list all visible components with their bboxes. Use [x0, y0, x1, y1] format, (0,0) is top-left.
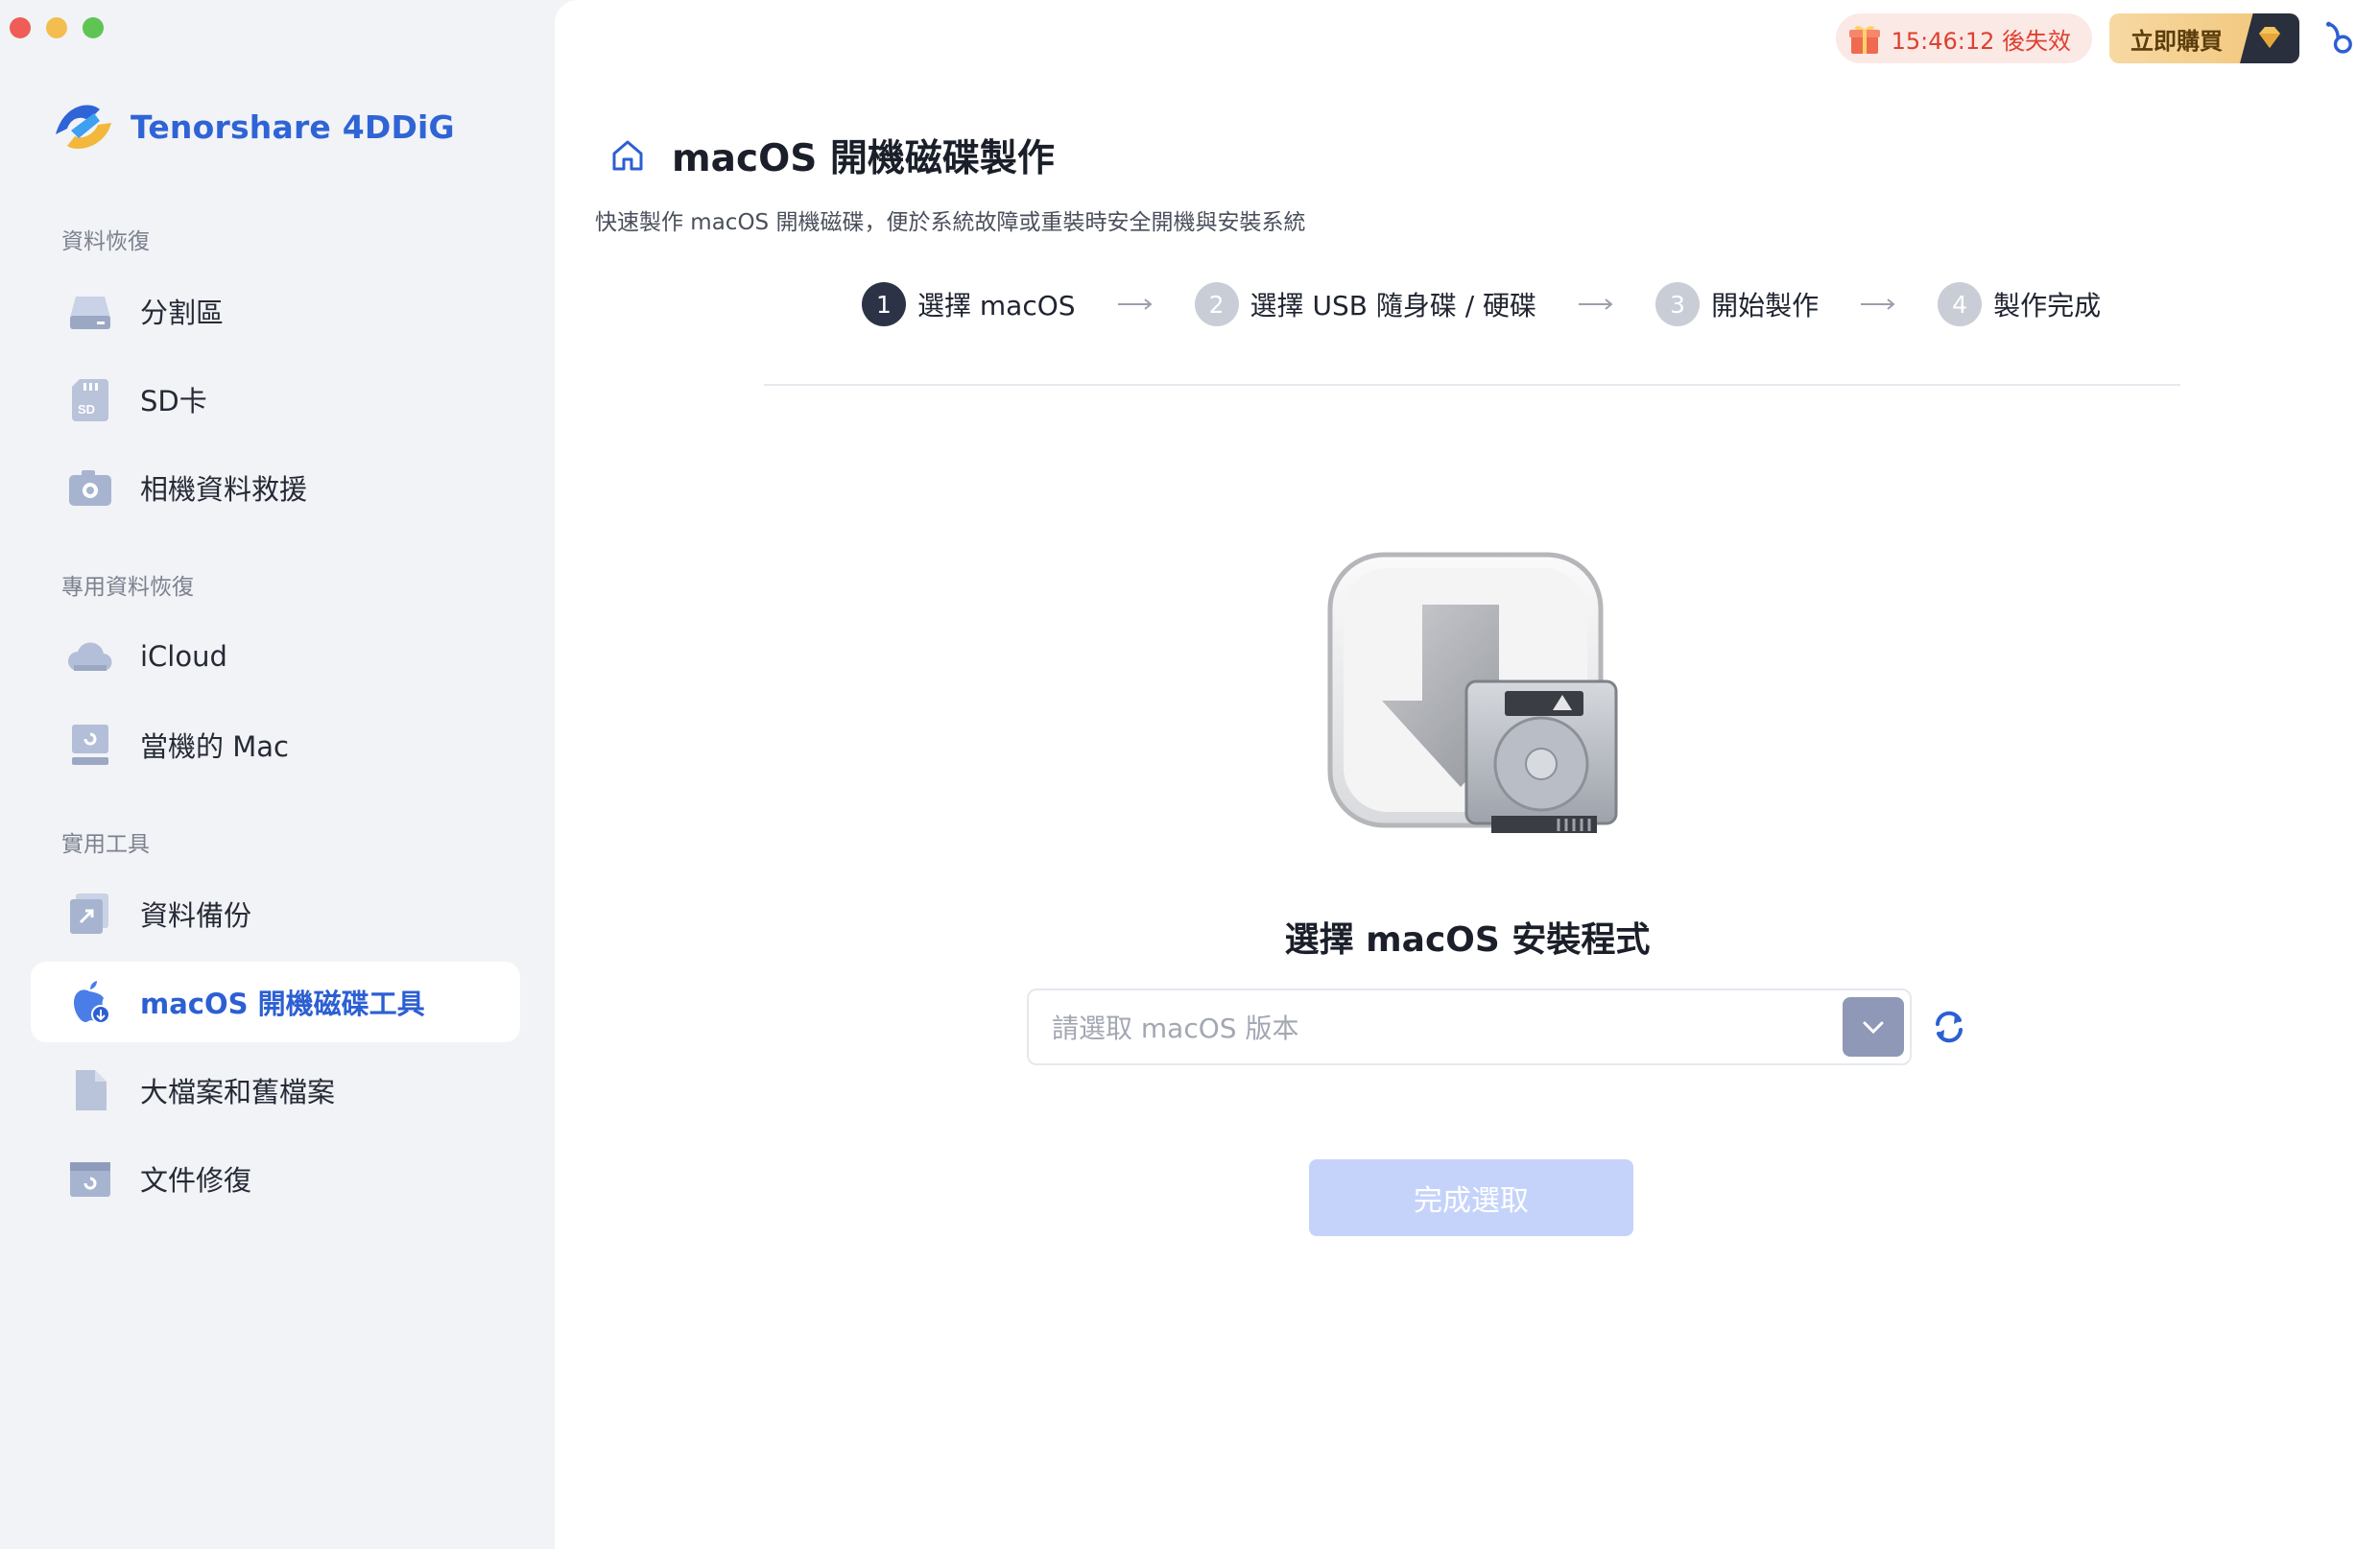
sidebar-item-macos-boot-tool[interactable]: macOS 開機磁碟工具	[31, 962, 520, 1042]
step-label: 開始製作	[1711, 290, 1820, 322]
diamond-icon	[2240, 13, 2299, 63]
sidebar-item-label: SD卡	[140, 385, 207, 417]
step-3: 3 開始製作	[1655, 282, 1819, 326]
buy-now-button[interactable]: 立即購買	[2109, 13, 2299, 63]
step-number: 1	[862, 282, 906, 326]
sidebar-item-partition[interactable]: 分割區	[31, 271, 520, 351]
step-label: 製作完成	[1993, 290, 2102, 322]
refresh-button[interactable]	[1925, 1003, 1973, 1051]
sd-card-icon: SD	[65, 374, 115, 424]
sidebar-item-label: iCloud	[140, 640, 227, 673]
section-label-data-recovery: 資料恢復	[61, 229, 150, 254]
main-panel: 15:46:12 後失效 立即購買 macOS 開機磁碟製作 快速製作 macO…	[555, 0, 2380, 1549]
divider	[764, 384, 2180, 386]
arrow-right-icon	[1861, 298, 1895, 310]
step-number: 3	[1655, 282, 1701, 326]
step-label: 選擇 macOS	[917, 290, 1076, 322]
page-subtitle: 快速製作 macOS 開機磁碟，便於系統故障或重裝時安全開機與安裝系統	[595, 210, 1306, 235]
backup-icon	[65, 889, 115, 939]
sidebar-item-label: 文件修復	[140, 1164, 252, 1197]
sidebar-item-document-repair[interactable]: 文件修復	[31, 1138, 520, 1219]
brand: Tenorshare 4DDiG	[50, 96, 455, 157]
page-title: macOS 開機磁碟製作	[672, 137, 1055, 180]
sidebar-item-label: 大檔案和舊檔案	[140, 1076, 336, 1108]
sidebar-item-label: 資料備份	[140, 899, 252, 932]
section-label-utilities: 實用工具	[61, 832, 150, 857]
macos-version-dropdown[interactable]: 請選取 macOS 版本	[1027, 989, 1912, 1065]
installer-disk-icon	[1327, 552, 1618, 833]
step-1: 1 選擇 macOS	[862, 282, 1076, 326]
offer-timer[interactable]: 15:46:12 後失效	[1835, 13, 2092, 63]
window-controls	[10, 17, 104, 38]
sidebar-item-data-backup[interactable]: 資料備份	[31, 873, 520, 954]
arrow-right-icon	[1579, 298, 1613, 310]
topbar: 15:46:12 後失效 立即購買	[1835, 13, 2361, 63]
apple-boot-icon	[65, 977, 115, 1027]
crashed-mac-icon	[65, 720, 115, 770]
timer-text: 15:46:12 後失效	[1891, 27, 2071, 55]
zoom-window-button[interactable]	[83, 17, 104, 38]
file-icon	[65, 1065, 115, 1115]
step-number: 4	[1938, 282, 1983, 326]
camera-icon	[65, 463, 115, 512]
confirm-selection-button[interactable]: 完成選取	[1309, 1159, 1633, 1236]
4ddig-logo-icon	[56, 105, 111, 149]
close-window-button[interactable]	[10, 17, 31, 38]
sidebar-item-label: 分割區	[140, 297, 225, 329]
gift-icon	[1848, 25, 1880, 54]
section-label-special-recovery: 專用資料恢復	[61, 575, 194, 600]
minimize-window-button[interactable]	[46, 17, 67, 38]
sidebar-item-label: 相機資料救援	[140, 473, 308, 506]
brand-name: Tenorshare 4DDiG	[131, 107, 455, 146]
svg-text:SD: SD	[78, 402, 95, 417]
sidebar-item-crashed-mac[interactable]: 當機的 Mac	[31, 704, 520, 785]
sidebar-item-label: macOS 開機磁碟工具	[140, 988, 425, 1020]
sidebar-item-label: 當機的 Mac	[140, 730, 289, 763]
dropdown-placeholder: 請選取 macOS 版本	[1052, 1013, 1299, 1044]
sidebar-item-icloud[interactable]: iCloud	[31, 616, 520, 697]
dropdown-toggle-button[interactable]	[1843, 997, 1904, 1057]
step-indicator: 1 選擇 macOS 2 選擇 USB 隨身碟 / 硬碟 3 開始製作 4 製作…	[862, 282, 2109, 326]
help-support-icon[interactable]	[2317, 16, 2361, 60]
macos-version-select-row: 請選取 macOS 版本	[1027, 989, 1973, 1065]
refresh-icon	[1936, 1011, 1963, 1043]
sidebar-item-camera-recovery[interactable]: 相機資料救援	[31, 447, 520, 528]
step-4: 4 製作完成	[1938, 282, 2101, 326]
buy-now-label: 立即購買	[2130, 27, 2223, 55]
arrow-right-icon	[1117, 298, 1153, 310]
cloud-icon	[65, 632, 115, 681]
select-installer-title: 選擇 macOS 安裝程式	[1284, 920, 1651, 960]
drive-icon	[65, 286, 115, 336]
sidebar-item-large-old-files[interactable]: 大檔案和舊檔案	[31, 1050, 520, 1131]
step-label: 選擇 USB 隨身碟 / 硬碟	[1250, 290, 1537, 322]
step-2: 2 選擇 USB 隨身碟 / 硬碟	[1194, 282, 1537, 326]
macos-installer-illustration	[1322, 547, 1630, 845]
step-number: 2	[1194, 282, 1239, 326]
page-header: macOS 開機磁碟製作	[608, 129, 1055, 182]
sidebar-item-sd-card[interactable]: SD SD卡	[31, 359, 520, 440]
home-icon[interactable]	[608, 136, 647, 175]
document-repair-icon	[65, 1154, 115, 1203]
chevron-down-icon	[1863, 1021, 1884, 1035]
sidebar: Tenorshare 4DDiG 資料恢復 分割區 SD SD卡 相機資料救援 …	[0, 0, 555, 1549]
